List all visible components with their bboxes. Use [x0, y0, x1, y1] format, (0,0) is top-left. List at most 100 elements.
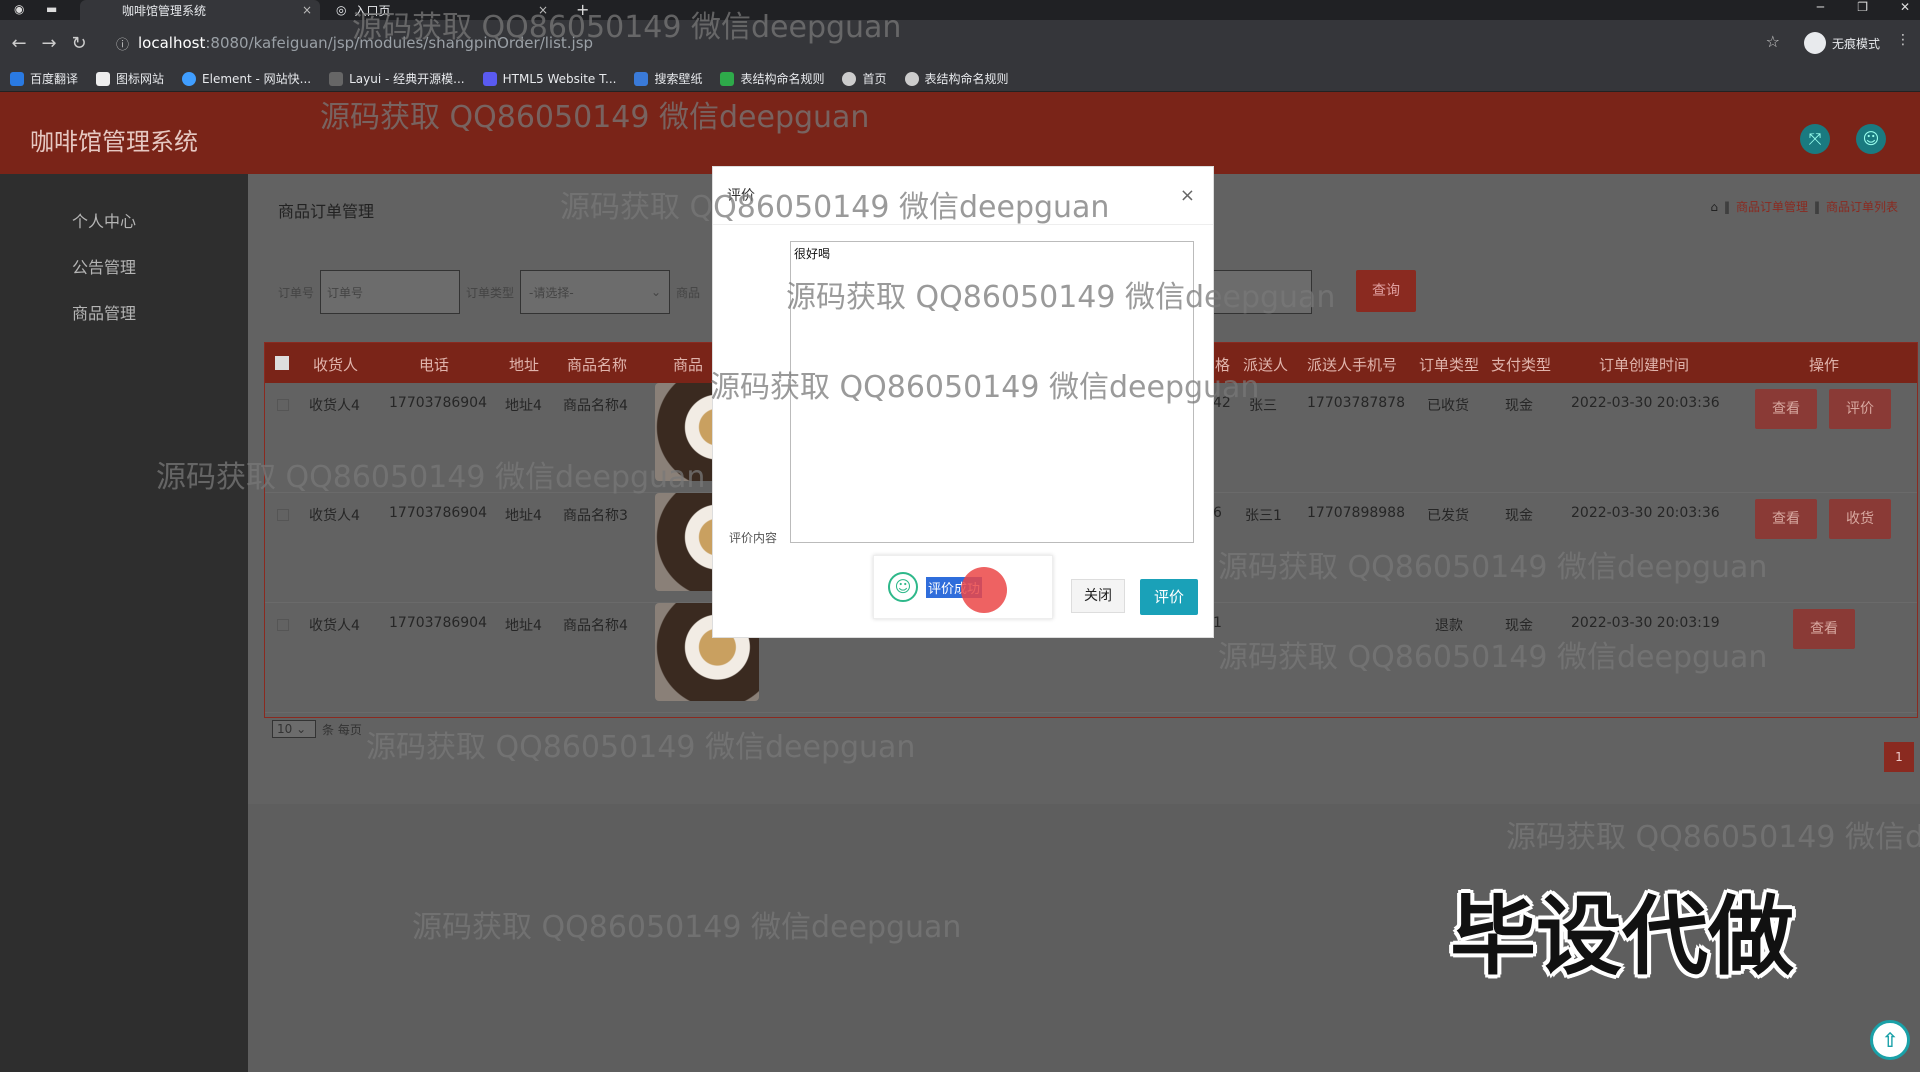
minimize-icon[interactable]: ─ [1817, 0, 1824, 14]
cell-courier: 张三1 [1245, 508, 1282, 524]
tab-close-icon[interactable]: × [302, 3, 312, 17]
col-header: 订单类型 [1419, 356, 1480, 374]
menu-dots-icon[interactable]: ⋮ [1896, 32, 1910, 48]
order-type-value: -请选择- [529, 285, 574, 300]
fullscreen-icon[interactable]: ⤧ [1800, 124, 1830, 154]
bookmark-icon [96, 71, 111, 86]
bookmark-icon [720, 71, 735, 86]
row-checkbox[interactable] [277, 619, 289, 631]
cell-qty: 6 [1213, 505, 1222, 521]
browser-toolbar: ← → ↻ ⓘ localhost:8080/kafeiguan/jsp/mod… [0, 20, 1920, 66]
select-all-checkbox[interactable] [275, 356, 289, 370]
cell-phone: 17703786904 [389, 615, 487, 631]
cursor-indicator [961, 567, 1007, 613]
page-number-button[interactable]: 1 [1884, 742, 1914, 772]
view-button[interactable]: 查看 [1755, 389, 1817, 429]
review-button[interactable]: 评价 [1829, 389, 1891, 429]
sidebar-item-products[interactable]: 商品管理 [72, 300, 136, 324]
tab-coffee-admin[interactable]: 咖啡馆管理系统 × [80, 0, 320, 20]
bookmark-label: 首页 [862, 72, 887, 86]
incognito-icon [1803, 32, 1826, 54]
product-label: 商品 [676, 285, 701, 300]
bookmark-item[interactable]: 首页 [842, 70, 887, 87]
product-input[interactable] [1212, 270, 1312, 314]
url-host: localhost [138, 34, 206, 52]
breadcrumb: ⌂ ‖ 商品订单管理 ‖ 商品订单列表 [1710, 198, 1898, 215]
bookmark-item[interactable]: 图标网站 [96, 70, 164, 87]
breadcrumb-item[interactable]: 商品订单管理 [1736, 198, 1808, 215]
scroll-top-icon[interactable]: ⇧ [1870, 1020, 1910, 1060]
bookmark-label: Layui - 经典开源模... [349, 72, 465, 86]
bookmark-icon [842, 71, 857, 86]
dialog-header: 评价 × [713, 167, 1213, 225]
screen: ◉ ▬ 咖啡馆管理系统 × ◎ 入口页 × + ─ ❐ ✕ ← → ↻ ⓘ lo… [0, 0, 1920, 1072]
order-no-label: 订单号 [278, 285, 315, 300]
view-button[interactable]: 查看 [1793, 609, 1855, 649]
col-header: 格 [1215, 356, 1231, 374]
bookmark-icon [10, 71, 24, 86]
new-tab-button[interactable]: + [576, 0, 589, 19]
promo-watermark: 毕设代做 [1450, 887, 1794, 987]
bookmark-item[interactable]: Layui - 经典开源模... [329, 70, 465, 87]
browser-tabbar: ◉ ▬ 咖啡馆管理系统 × ◎ 入口页 × + ─ ❐ ✕ [0, 0, 1920, 20]
user-icon[interactable]: ☺ [1856, 124, 1886, 154]
order-no-input[interactable]: 订单号 [320, 270, 461, 314]
row-checkbox[interactable] [277, 399, 289, 411]
bookmark-label: 搜索壁纸 [654, 72, 703, 86]
col-header: 电话 [419, 356, 450, 374]
cell-product: 商品名称4 [563, 618, 628, 634]
forward-icon[interactable]: → [34, 33, 64, 54]
order-type-label: 订单类型 [466, 285, 515, 300]
cell-phone: 17703786904 [389, 395, 487, 411]
close-button[interactable]: 关闭 [1071, 579, 1125, 613]
bookmark-label: 表结构命名规则 [740, 72, 825, 86]
dialog-title: 评价 [727, 188, 755, 204]
star-icon[interactable]: ☆ [1766, 32, 1780, 51]
bookmark-item[interactable]: Element - 网站快... [182, 70, 311, 87]
close-icon[interactable]: × [1180, 185, 1195, 206]
cell-receiver: 收货人4 [309, 618, 360, 634]
page-size-select[interactable]: 10 ⌄ [272, 720, 316, 738]
cell-receiver: 收货人4 [309, 398, 360, 414]
cell-pay-type: 现金 [1505, 618, 1533, 634]
cell-courier-phone: 17703787878 [1307, 395, 1405, 411]
sidebar-item-notice[interactable]: 公告管理 [72, 254, 136, 278]
url-path: :8080/kafeiguan/jsp/modules/shangpinOrde… [205, 34, 594, 52]
cell-created: 2022-03-30 20:03:36 [1571, 505, 1720, 521]
col-header: 收货人 [313, 356, 359, 374]
col-header: 商品名称 [567, 356, 628, 374]
cell-courier-phone: 17707898988 [1307, 505, 1405, 521]
bookmark-item[interactable]: HTML5 Website T... [482, 71, 616, 86]
breadcrumb-sep: ‖ [1723, 199, 1730, 214]
cell-phone: 17703786904 [389, 505, 487, 521]
home-icon[interactable]: ⌂ [1710, 200, 1718, 214]
cell-created: 2022-03-30 20:03:36 [1571, 395, 1720, 411]
page-title: 商品订单管理 [278, 202, 375, 221]
sidebar-item-personal[interactable]: 个人中心 [72, 208, 136, 232]
bookmark-item[interactable]: 表结构命名规则 [720, 70, 824, 87]
restore-icon[interactable]: ❐ [1857, 0, 1868, 14]
tab-entry[interactable]: ◎ 入口页 × [328, 0, 556, 20]
window-close-icon[interactable]: ✕ [1900, 0, 1910, 14]
review-content-textarea[interactable]: 很好喝 [790, 241, 1194, 543]
window-icon: ▬ [46, 2, 58, 16]
address-bar[interactable]: ⓘ localhost:8080/kafeiguan/jsp/modules/s… [110, 29, 1770, 57]
bookmark-label: Element - 网站快... [202, 72, 312, 86]
view-button[interactable]: 查看 [1755, 499, 1817, 539]
tab-close-icon[interactable]: × [538, 3, 548, 17]
cell-pay-type: 现金 [1505, 508, 1533, 524]
order-type-select[interactable]: -请选择- ⌄ [520, 270, 671, 314]
reload-icon[interactable]: ↻ [64, 33, 94, 54]
cell-product: 商品名称4 [563, 398, 628, 414]
incognito-indicator[interactable]: 无痕模式 [1803, 32, 1880, 54]
query-button[interactable]: 查询 [1356, 270, 1416, 312]
bookmark-item[interactable]: 百度翻译 [10, 70, 78, 87]
row-checkbox[interactable] [277, 509, 289, 521]
chevron-down-icon: ⌄ [650, 285, 662, 299]
globe-icon: ◎ [336, 3, 347, 17]
bookmark-item[interactable]: 表结构命名规则 [904, 70, 1009, 87]
receive-button[interactable]: 收货 [1829, 499, 1891, 539]
bookmark-item[interactable]: 搜索壁纸 [634, 70, 702, 87]
submit-review-button[interactable]: 评价 [1140, 579, 1198, 615]
back-icon[interactable]: ← [4, 33, 34, 54]
